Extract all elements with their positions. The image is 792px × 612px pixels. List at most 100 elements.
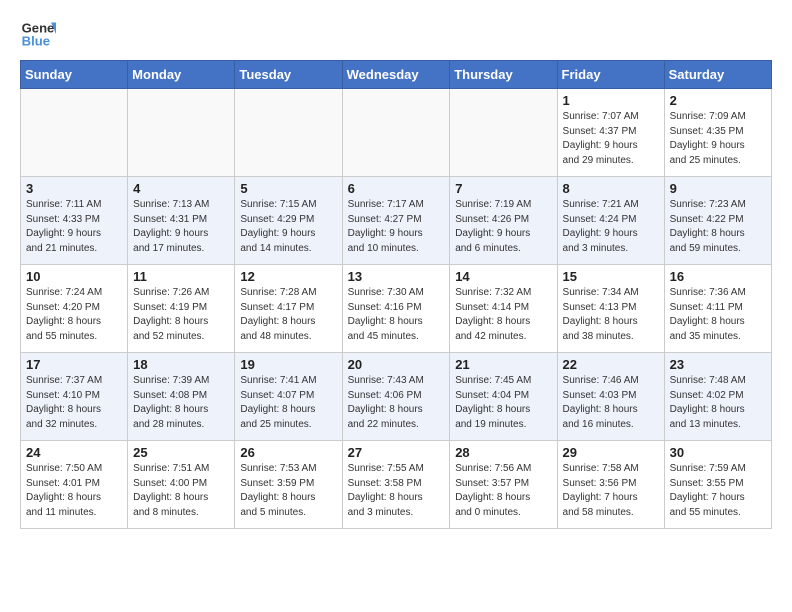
calendar-cell: 15Sunrise: 7:34 AM Sunset: 4:13 PM Dayli… bbox=[557, 265, 664, 353]
day-info: Sunrise: 7:17 AM Sunset: 4:27 PM Dayligh… bbox=[348, 198, 445, 256]
day-info: Sunrise: 7:51 AM Sunset: 4:00 PM Dayligh… bbox=[133, 462, 229, 520]
day-number: 27 bbox=[348, 445, 445, 460]
day-number: 25 bbox=[133, 445, 229, 460]
day-info: Sunrise: 7:43 AM Sunset: 4:06 PM Dayligh… bbox=[348, 374, 445, 432]
day-info: Sunrise: 7:55 AM Sunset: 3:58 PM Dayligh… bbox=[348, 462, 445, 520]
calendar-cell: 12 Sunrise: 7:28 AM Sunset: 4:17 PM Dayli… bbox=[235, 265, 342, 353]
day-info: Sunrise: 7:37 AM Sunset: 4:10 PM Dayligh… bbox=[26, 374, 122, 432]
week-row-3: 10 Sunrise: 7:24 AM Sunset: 4:20 PM Dayli… bbox=[21, 265, 772, 353]
day-info: Sunrise: 7:23 AM Sunset: 4:22 PM Dayligh… bbox=[670, 198, 766, 256]
calendar-cell: 19Sunrise: 7:41 AM Sunset: 4:07 PM Dayli… bbox=[235, 353, 342, 441]
day-number: 6 bbox=[348, 181, 445, 196]
calendar-cell: 5 Sunrise: 7:15 AM Sunset: 4:29 PM Daylig… bbox=[235, 177, 342, 265]
day-info: Sunrise: 7:28 AM Sunset: 4:17 PM Dayligh… bbox=[240, 286, 336, 344]
day-number: 18 bbox=[133, 357, 229, 372]
day-info: Sunrise: 7:21 AM Sunset: 4:24 PM Dayligh… bbox=[563, 198, 659, 256]
calendar-cell: 16 Sunrise: 7:36 AM Sunset: 4:11 PM Dayli… bbox=[664, 265, 771, 353]
day-info: Sunrise: 7:59 AM Sunset: 3:55 PM Dayligh… bbox=[670, 462, 766, 520]
day-number: 14 bbox=[455, 269, 551, 284]
day-info: Sunrise: 7:36 AM Sunset: 4:11 PM Dayligh… bbox=[670, 286, 766, 344]
calendar-cell: 9 Sunrise: 7:23 AM Sunset: 4:22 PM Daylig… bbox=[664, 177, 771, 265]
calendar-cell bbox=[450, 89, 557, 177]
calendar-cell: 27 Sunrise: 7:55 AM Sunset: 3:58 PM Dayli… bbox=[342, 441, 450, 529]
day-number: 29 bbox=[563, 445, 659, 460]
day-info: Sunrise: 7:45 AM Sunset: 4:04 PM Dayligh… bbox=[455, 374, 551, 432]
day-info: Sunrise: 7:13 AM Sunset: 4:31 PM Dayligh… bbox=[133, 198, 229, 256]
day-number: 2 bbox=[670, 93, 766, 108]
calendar-cell: 10 Sunrise: 7:24 AM Sunset: 4:20 PM Dayli… bbox=[21, 265, 128, 353]
calendar-cell: 25 Sunrise: 7:51 AM Sunset: 4:00 PM Dayli… bbox=[128, 441, 235, 529]
calendar-cell: 21 Sunrise: 7:45 AM Sunset: 4:04 PM Dayli… bbox=[450, 353, 557, 441]
calendar-cell: 23 Sunrise: 7:48 AM Sunset: 4:02 PM Dayli… bbox=[664, 353, 771, 441]
calendar-cell: 3Sunrise: 7:11 AM Sunset: 4:33 PM Daylig… bbox=[21, 177, 128, 265]
day-info: Sunrise: 7:11 AM Sunset: 4:33 PM Dayligh… bbox=[26, 198, 122, 256]
day-info: Sunrise: 7:41 AM Sunset: 4:07 PM Dayligh… bbox=[240, 374, 336, 432]
day-number: 21 bbox=[455, 357, 551, 372]
day-info: Sunrise: 7:30 AM Sunset: 4:16 PM Dayligh… bbox=[348, 286, 445, 344]
day-number: 10 bbox=[26, 269, 122, 284]
day-info: Sunrise: 7:32 AM Sunset: 4:14 PM Dayligh… bbox=[455, 286, 551, 344]
day-info: Sunrise: 7:48 AM Sunset: 4:02 PM Dayligh… bbox=[670, 374, 766, 432]
header-saturday: Saturday bbox=[664, 61, 771, 89]
calendar-cell: 13 Sunrise: 7:30 AM Sunset: 4:16 PM Dayli… bbox=[342, 265, 450, 353]
day-number: 26 bbox=[240, 445, 336, 460]
day-number: 20 bbox=[348, 357, 445, 372]
header-wednesday: Wednesday bbox=[342, 61, 450, 89]
calendar-cell: 24 Sunrise: 7:50 AM Sunset: 4:01 PM Dayli… bbox=[21, 441, 128, 529]
header-monday: Monday bbox=[128, 61, 235, 89]
calendar-cell: 30 Sunrise: 7:59 AM Sunset: 3:55 PM Dayli… bbox=[664, 441, 771, 529]
calendar-cell: 14 Sunrise: 7:32 AM Sunset: 4:14 PM Dayli… bbox=[450, 265, 557, 353]
calendar-cell: 29 Sunrise: 7:58 AM Sunset: 3:56 PM Dayli… bbox=[557, 441, 664, 529]
logo: General Blue bbox=[20, 16, 56, 52]
header-sunday: Sunday bbox=[21, 61, 128, 89]
calendar-cell: 20 Sunrise: 7:43 AM Sunset: 4:06 PM Dayli… bbox=[342, 353, 450, 441]
day-info: Sunrise: 7:09 AM Sunset: 4:35 PM Dayligh… bbox=[670, 110, 766, 168]
day-info: Sunrise: 7:39 AM Sunset: 4:08 PM Dayligh… bbox=[133, 374, 229, 432]
header-tuesday: Tuesday bbox=[235, 61, 342, 89]
day-info: Sunrise: 7:50 AM Sunset: 4:01 PM Dayligh… bbox=[26, 462, 122, 520]
day-info: Sunrise: 7:46 AM Sunset: 4:03 PM Dayligh… bbox=[563, 374, 659, 432]
day-number: 5 bbox=[240, 181, 336, 196]
calendar-table: SundayMondayTuesdayWednesdayThursdayFrid… bbox=[20, 60, 772, 529]
week-row-5: 24 Sunrise: 7:50 AM Sunset: 4:01 PM Dayli… bbox=[21, 441, 772, 529]
calendar-header-row: SundayMondayTuesdayWednesdayThursdayFrid… bbox=[21, 61, 772, 89]
calendar-cell: 8Sunrise: 7:21 AM Sunset: 4:24 PM Daylig… bbox=[557, 177, 664, 265]
day-number: 13 bbox=[348, 269, 445, 284]
day-number: 22 bbox=[563, 357, 659, 372]
calendar-cell bbox=[235, 89, 342, 177]
logo-icon: General Blue bbox=[20, 16, 56, 52]
day-info: Sunrise: 7:56 AM Sunset: 3:57 PM Dayligh… bbox=[455, 462, 551, 520]
day-info: Sunrise: 7:15 AM Sunset: 4:29 PM Dayligh… bbox=[240, 198, 336, 256]
header-friday: Friday bbox=[557, 61, 664, 89]
day-number: 28 bbox=[455, 445, 551, 460]
day-number: 15 bbox=[563, 269, 659, 284]
calendar-cell: 2 Sunrise: 7:09 AM Sunset: 4:35 PM Daylig… bbox=[664, 89, 771, 177]
day-number: 1 bbox=[563, 93, 659, 108]
day-info: Sunrise: 7:58 AM Sunset: 3:56 PM Dayligh… bbox=[563, 462, 659, 520]
day-info: Sunrise: 7:24 AM Sunset: 4:20 PM Dayligh… bbox=[26, 286, 122, 344]
header-thursday: Thursday bbox=[450, 61, 557, 89]
calendar-cell: 6 Sunrise: 7:17 AM Sunset: 4:27 PM Daylig… bbox=[342, 177, 450, 265]
day-info: Sunrise: 7:26 AM Sunset: 4:19 PM Dayligh… bbox=[133, 286, 229, 344]
day-number: 16 bbox=[670, 269, 766, 284]
calendar-cell: 18 Sunrise: 7:39 AM Sunset: 4:08 PM Dayli… bbox=[128, 353, 235, 441]
day-number: 30 bbox=[670, 445, 766, 460]
day-number: 24 bbox=[26, 445, 122, 460]
week-row-4: 17Sunrise: 7:37 AM Sunset: 4:10 PM Dayli… bbox=[21, 353, 772, 441]
calendar-cell bbox=[128, 89, 235, 177]
day-info: Sunrise: 7:07 AM Sunset: 4:37 PM Dayligh… bbox=[563, 110, 659, 168]
day-number: 9 bbox=[670, 181, 766, 196]
calendar-cell: 11Sunrise: 7:26 AM Sunset: 4:19 PM Dayli… bbox=[128, 265, 235, 353]
calendar-cell bbox=[21, 89, 128, 177]
day-number: 12 bbox=[240, 269, 336, 284]
day-info: Sunrise: 7:53 AM Sunset: 3:59 PM Dayligh… bbox=[240, 462, 336, 520]
day-info: Sunrise: 7:19 AM Sunset: 4:26 PM Dayligh… bbox=[455, 198, 551, 256]
week-row-2: 3Sunrise: 7:11 AM Sunset: 4:33 PM Daylig… bbox=[21, 177, 772, 265]
calendar-cell: 7Sunrise: 7:19 AM Sunset: 4:26 PM Daylig… bbox=[450, 177, 557, 265]
week-row-1: 1 Sunrise: 7:07 AM Sunset: 4:37 PM Daylig… bbox=[21, 89, 772, 177]
calendar-cell: 4 Sunrise: 7:13 AM Sunset: 4:31 PM Daylig… bbox=[128, 177, 235, 265]
calendar-cell: 22 Sunrise: 7:46 AM Sunset: 4:03 PM Dayli… bbox=[557, 353, 664, 441]
day-number: 23 bbox=[670, 357, 766, 372]
day-number: 4 bbox=[133, 181, 229, 196]
calendar-cell: 26 Sunrise: 7:53 AM Sunset: 3:59 PM Dayli… bbox=[235, 441, 342, 529]
